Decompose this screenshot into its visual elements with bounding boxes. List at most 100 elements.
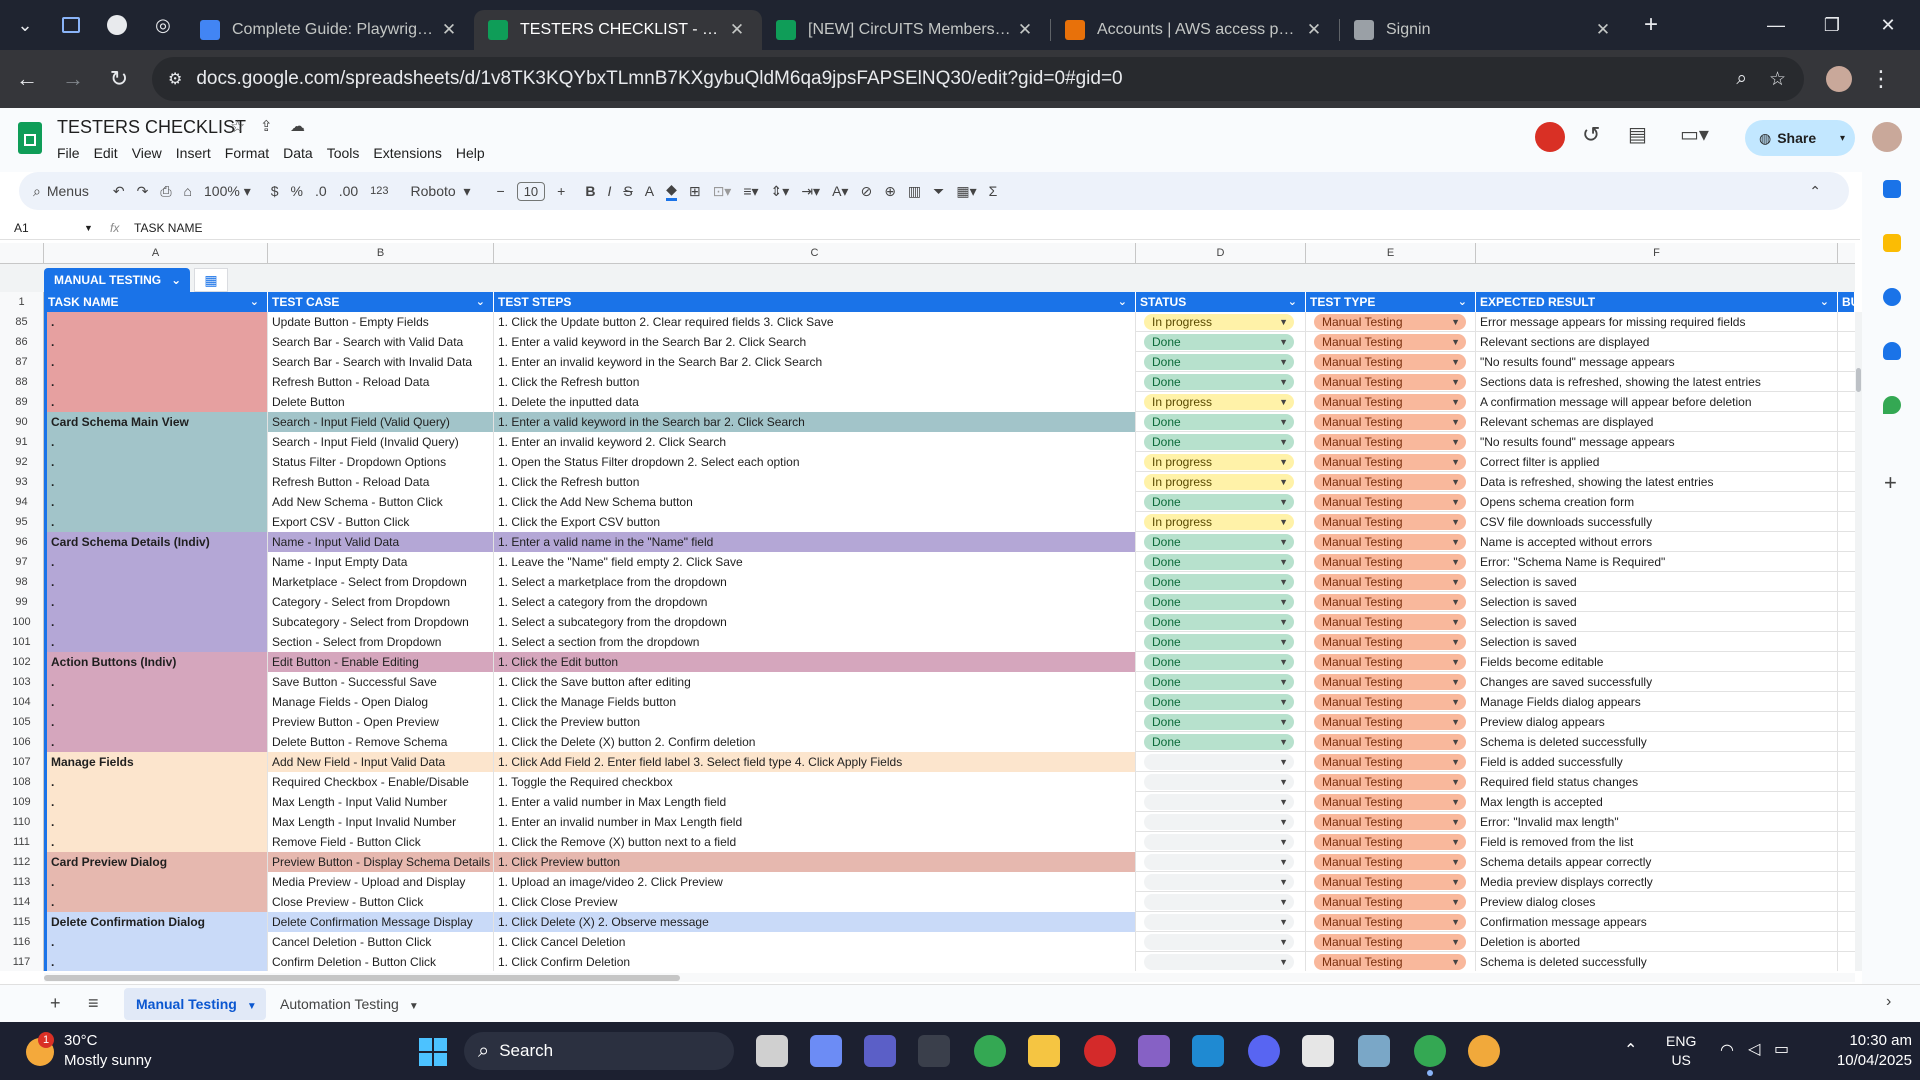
test-type-dropdown[interactable]: Manual Testing ▼ <box>1314 714 1466 730</box>
add-sheet-icon[interactable]: + <box>50 993 61 1014</box>
task-name-cell[interactable]: . <box>44 732 268 752</box>
status-dropdown[interactable]: Done ▼ <box>1144 434 1294 450</box>
test-steps-cell[interactable]: 1. Click the Manage Fields button <box>494 692 1136 712</box>
test-steps-cell[interactable]: 1. Click the Edit button <box>494 652 1136 672</box>
browser-tab[interactable]: Accounts | AWS access portal ✕ <box>1051 10 1339 50</box>
task-name-cell[interactable]: . <box>44 932 268 952</box>
test-case-cell[interactable]: Category - Select from Dropdown <box>268 592 494 612</box>
comments-icon[interactable]: ▤ <box>1628 122 1647 147</box>
test-case-cell[interactable]: Marketplace - Select from Dropdown <box>268 572 494 592</box>
menu-edit[interactable]: Edit <box>94 145 118 161</box>
h-scrollbar-thumb[interactable] <box>44 975 680 981</box>
chrome-profile-icon[interactable] <box>1414 1035 1446 1067</box>
row-number[interactable]: 90 <box>0 412 44 432</box>
test-case-cell[interactable]: Update Button - Empty Fields <box>268 312 494 332</box>
vertical-align-icon[interactable]: ⇕▾ <box>771 183 790 200</box>
language-indicator[interactable]: ENG US <box>1666 1032 1696 1070</box>
test-type-dropdown[interactable]: Manual Testing ▼ <box>1314 434 1466 450</box>
expected-result-cell[interactable]: Max length is accepted <box>1476 792 1838 812</box>
task-name-cell[interactable]: Manage Fields <box>44 752 268 772</box>
row-number[interactable]: 87 <box>0 352 44 372</box>
status-dropdown[interactable]: Done ▼ <box>1144 374 1294 390</box>
column-menu-icon[interactable]: ⌄ <box>1820 292 1829 312</box>
column-menu-icon[interactable]: ⌄ <box>1288 292 1297 312</box>
status-dropdown[interactable]: In progress ▼ <box>1144 314 1294 330</box>
status-dropdown[interactable]: Done ▼ <box>1144 554 1294 570</box>
test-case-cell[interactable]: Refresh Button - Reload Data <box>268 372 494 392</box>
currency-button[interactable]: $ <box>271 183 279 199</box>
test-case-cell[interactable]: Search - Input Field (Valid Query) <box>268 412 494 432</box>
expected-result-cell[interactable]: Relevant schemas are displayed <box>1476 412 1838 432</box>
wifi-icon[interactable]: ◠ <box>1720 1040 1734 1060</box>
row-number[interactable]: 113 <box>0 872 44 892</box>
row-number[interactable]: 99 <box>0 592 44 612</box>
status-dropdown[interactable]: ▼ <box>1144 874 1294 890</box>
test-type-dropdown[interactable]: Manual Testing ▼ <box>1314 654 1466 670</box>
row-number[interactable]: 92 <box>0 452 44 472</box>
expected-result-cell[interactable]: Selection is saved <box>1476 572 1838 592</box>
sheets-logo-icon[interactable] <box>18 122 42 154</box>
test-case-cell[interactable]: Section - Select from Dropdown <box>268 632 494 652</box>
address-bar[interactable]: ⚙ docs.google.com/spreadsheets/d/1v8TK3K… <box>152 57 1804 101</box>
table-view-icon[interactable]: ▦ <box>194 268 228 292</box>
task-view-icon[interactable] <box>756 1035 788 1067</box>
test-type-dropdown[interactable]: Manual Testing ▼ <box>1314 334 1466 350</box>
row-number[interactable]: 109 <box>0 792 44 812</box>
task-name-cell[interactable]: . <box>44 792 268 812</box>
test-type-dropdown[interactable]: Manual Testing ▼ <box>1314 774 1466 790</box>
test-type-dropdown[interactable]: Manual Testing ▼ <box>1314 694 1466 710</box>
print-icon[interactable]: ⎙ <box>160 183 171 200</box>
test-type-dropdown[interactable]: Manual Testing ▼ <box>1314 534 1466 550</box>
test-case-cell[interactable]: Export CSV - Button Click <box>268 512 494 532</box>
test-steps-cell[interactable]: 1. Toggle the Required checkbox <box>494 772 1136 792</box>
borders-icon[interactable]: ⊞ <box>689 183 701 200</box>
test-steps-cell[interactable]: 1. Click Add Field 2. Enter field label … <box>494 752 1136 772</box>
column-menu-icon[interactable]: ⌄ <box>1118 292 1127 312</box>
side-panel-expand-icon[interactable]: › <box>1886 993 1891 1011</box>
name-box-dropdown-icon[interactable]: ▼ <box>84 223 110 233</box>
get-addons-icon[interactable]: + <box>1884 470 1897 496</box>
zoom-icon[interactable]: ⌕ <box>1736 68 1747 90</box>
status-dropdown[interactable]: ▼ <box>1144 794 1294 810</box>
name-box[interactable]: A1 <box>0 221 84 235</box>
task-name-cell[interactable]: . <box>44 712 268 732</box>
test-case-cell[interactable]: Save Button - Successful Save <box>268 672 494 692</box>
task-name-cell[interactable]: . <box>44 632 268 652</box>
status-dropdown[interactable]: Done ▼ <box>1144 654 1294 670</box>
test-steps-cell[interactable]: 1. Select a subcategory from the dropdow… <box>494 612 1136 632</box>
status-dropdown[interactable]: ▼ <box>1144 774 1294 790</box>
task-name-cell[interactable]: . <box>44 952 268 971</box>
task-name-cell[interactable]: . <box>44 592 268 612</box>
browser-tab[interactable]: Complete Guide: Playwright T ✕ <box>186 10 474 50</box>
table-name-chip[interactable]: MANUAL TESTING ⌄ <box>44 268 190 292</box>
test-type-dropdown[interactable]: Manual Testing ▼ <box>1314 914 1466 930</box>
row-number[interactable]: 97 <box>0 552 44 572</box>
app-icon[interactable] <box>1358 1035 1390 1067</box>
version-history-icon[interactable]: ↺ <box>1582 122 1600 148</box>
expected-result-cell[interactable]: Schema is deleted successfully <box>1476 732 1838 752</box>
menu-insert[interactable]: Insert <box>176 145 211 161</box>
test-type-dropdown[interactable]: Manual Testing ▼ <box>1314 834 1466 850</box>
github-icon[interactable] <box>94 0 140 50</box>
status-dropdown[interactable]: ▼ <box>1144 954 1294 970</box>
test-case-cell[interactable]: Delete Button <box>268 392 494 412</box>
test-steps-cell[interactable]: 1. Open the Status Filter dropdown 2. Se… <box>494 452 1136 472</box>
row-number[interactable]: 104 <box>0 692 44 712</box>
percent-button[interactable]: % <box>291 183 303 199</box>
task-name-cell[interactable]: Delete Confirmation Dialog <box>44 912 268 932</box>
horizontal-align-icon[interactable]: ≡▾ <box>743 183 758 200</box>
horizontal-scrollbar[interactable] <box>44 973 1855 982</box>
expected-result-cell[interactable]: Schema is deleted successfully <box>1476 952 1838 971</box>
discord-icon[interactable] <box>1248 1035 1280 1067</box>
header-cell[interactable]: BU <box>1838 292 1859 312</box>
document-title[interactable]: TESTERS CHECKLIST <box>57 117 246 138</box>
task-name-cell[interactable]: . <box>44 692 268 712</box>
scrollbar-thumb[interactable] <box>1856 368 1861 392</box>
menu-format[interactable]: Format <box>225 145 269 161</box>
test-type-dropdown[interactable]: Manual Testing ▼ <box>1314 514 1466 530</box>
column-menu-icon[interactable]: ⌄ <box>476 292 485 312</box>
task-name-cell[interactable]: . <box>44 352 268 372</box>
sheet-tab-dropdown-icon[interactable]: ▼ <box>409 1001 419 1012</box>
column-menu-icon[interactable]: ⌄ <box>1458 292 1467 312</box>
test-type-dropdown[interactable]: Manual Testing ▼ <box>1314 674 1466 690</box>
